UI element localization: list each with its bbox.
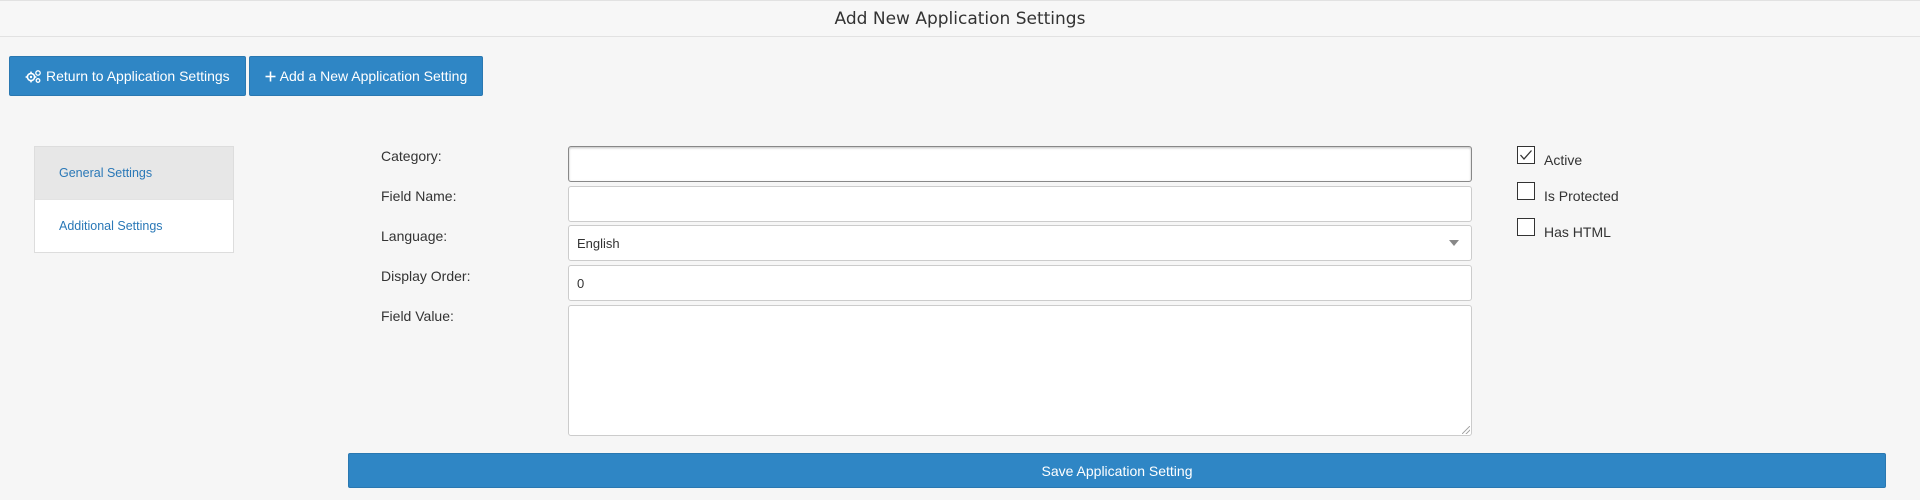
field-name-input[interactable] [568,186,1472,222]
add-new-application-setting-button[interactable]: Add a New Application Setting [248,56,484,96]
chevron-down-icon [1449,240,1459,246]
settings-sidebar: General Settings Additional Settings [34,146,234,253]
return-button-label: Return to Application Settings [46,68,230,84]
page-title: Add New Application Settings [834,9,1086,29]
active-checkbox-row[interactable]: Active [1517,146,1619,168]
page-header: Add New Application Settings [0,0,1920,37]
field-value-wrapper [568,305,1472,436]
sidebar-item-additional-settings[interactable]: Additional Settings [35,200,233,252]
has-html-checkbox[interactable] [1517,218,1535,236]
display-order-input[interactable] [568,265,1472,301]
field-value-label: Field Value: [381,308,454,324]
field-value-textarea[interactable] [568,305,1472,436]
save-application-setting-button[interactable]: Save Application Setting [348,453,1886,488]
is-protected-checkbox[interactable] [1517,182,1535,200]
has-html-checkbox-row[interactable]: Has HTML [1517,218,1619,240]
active-checkbox[interactable] [1517,146,1535,164]
resize-grip-icon[interactable] [1462,426,1470,434]
language-label: Language: [381,228,448,244]
field-name-label: Field Name: [381,188,457,204]
add-button-label: Add a New Application Setting [279,68,468,84]
toolbar: Return to Application Settings Add a New… [9,56,484,96]
options-checkboxes: Active Is Protected Has HTML [1517,146,1619,240]
active-checkbox-label: Active [1544,152,1583,168]
language-select[interactable]: English [568,225,1472,261]
is-protected-checkbox-row[interactable]: Is Protected [1517,182,1619,204]
has-html-checkbox-label: Has HTML [1544,224,1611,240]
language-selected-value: English [577,235,620,251]
sidebar-item-general-settings[interactable]: General Settings [35,147,233,200]
gears-icon [25,69,42,84]
display-order-label: Display Order: [381,268,471,284]
category-input[interactable] [568,146,1472,182]
plus-icon [265,71,276,82]
is-protected-checkbox-label: Is Protected [1544,188,1619,204]
checkmark-icon [1520,150,1532,160]
return-to-application-settings-button[interactable]: Return to Application Settings [9,56,246,96]
category-label: Category: [381,148,442,164]
